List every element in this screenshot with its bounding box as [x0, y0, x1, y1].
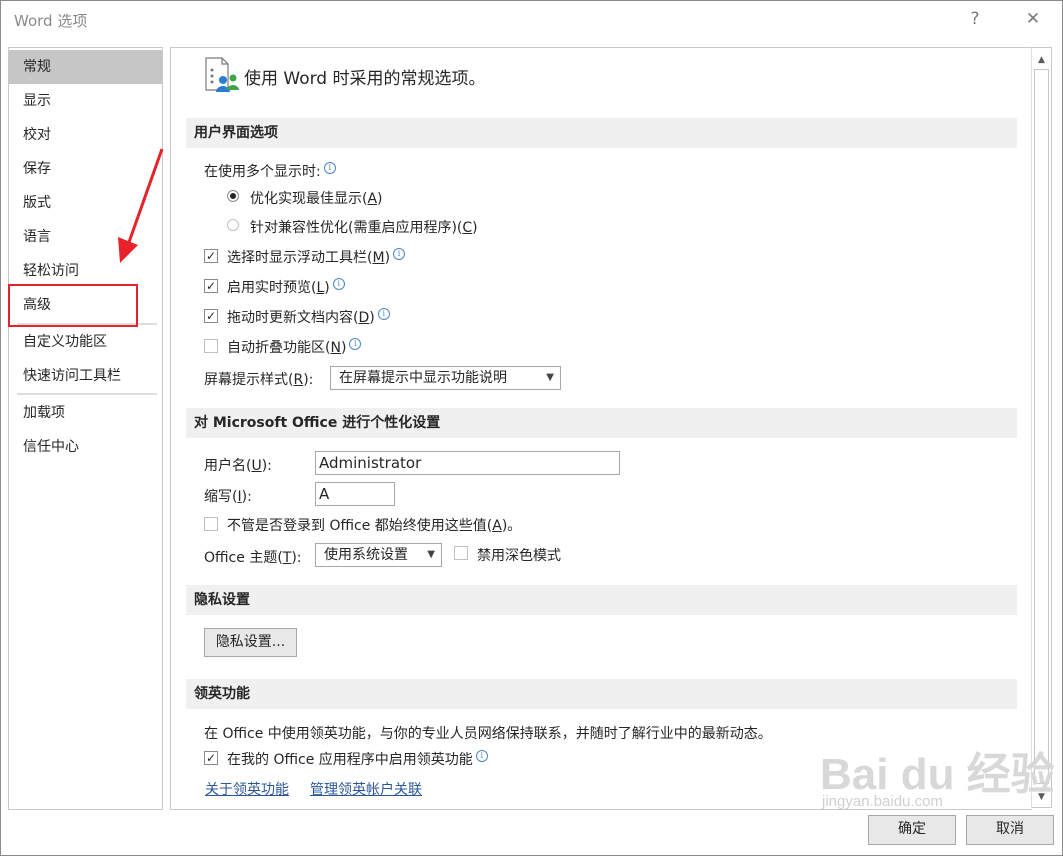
page-header-text: 使用 Word 时采用的常规选项。 [244, 69, 486, 89]
info-icon: i [393, 248, 406, 260]
chevron-down-icon: ▼ [546, 372, 554, 383]
disable-dark-mode-label[interactable]: 禁用深色模式 [477, 545, 561, 565]
linkedin-description: 在 Office 中使用领英功能，与你的专业人员网络保持联系，并随时了解行业中的… [204, 726, 772, 742]
section-linkedin: 领英功能 [186, 679, 1017, 709]
initials-input[interactable]: A [315, 482, 395, 506]
nav-item-general[interactable]: 常规 [9, 50, 162, 84]
link-about-linkedin[interactable]: 关于领英功能 [205, 779, 289, 799]
help-button[interactable]: ? [960, 6, 990, 32]
baidu-watermark-url: jingyan.baidu.com [822, 793, 943, 810]
username-input[interactable]: Administrator [315, 451, 620, 475]
section-personalize: 对 Microsoft Office 进行个性化设置 [186, 408, 1017, 438]
checkbox-mini-toolbar[interactable]: ✓ [204, 249, 218, 263]
link-manage-linkedin[interactable]: 管理领英帐户关联 [310, 779, 422, 799]
always-use-values-label[interactable]: 不管是否登录到 Office 都始终使用这些值(A)。 [227, 515, 521, 535]
nav-divider [17, 393, 157, 395]
nav-item-customize-ribbon[interactable]: 自定义功能区 [9, 325, 162, 359]
section-ui-options: 用户界面选项 [186, 118, 1017, 148]
checkbox-collapse-ribbon[interactable] [204, 339, 218, 353]
close-button[interactable]: ✕ [1018, 6, 1048, 32]
nav-item-add-ins[interactable]: 加载项 [9, 396, 162, 430]
screentip-style-dropdown[interactable]: 在屏幕提示中显示功能说明 ▼ [330, 366, 561, 390]
update-on-drag-label[interactable]: 拖动时更新文档内容(D) i [227, 307, 390, 327]
enable-linkedin-label[interactable]: 在我的 Office 应用程序中启用领英功能 i [227, 749, 488, 769]
scroll-up-arrow-icon[interactable]: ▲ [1033, 52, 1050, 68]
screentip-style-label: 屏幕提示样式(R): [204, 372, 314, 388]
nav-item-trust-center[interactable]: 信任中心 [9, 430, 162, 464]
info-icon: i [349, 338, 362, 350]
username-label: 用户名(U): [204, 458, 272, 474]
info-icon: i [332, 278, 345, 290]
radio-compatibility-label[interactable]: 针对兼容性优化(需重启应用程序)(C) [250, 217, 478, 237]
cancel-button[interactable]: 取消 [966, 815, 1054, 845]
collapse-ribbon-label[interactable]: 自动折叠功能区(N) i [227, 337, 362, 357]
checkbox-live-preview[interactable]: ✓ [204, 279, 218, 293]
radio-compatibility[interactable] [227, 219, 239, 231]
nav-item-display[interactable]: 显示 [9, 84, 162, 118]
checkbox-disable-dark-mode[interactable] [454, 546, 468, 560]
checkbox-enable-linkedin[interactable]: ✓ [204, 751, 218, 765]
scrollbar-thumb[interactable] [1034, 69, 1049, 784]
office-theme-label: Office 主题(T): [204, 550, 302, 566]
info-icon: i [377, 308, 390, 320]
section-privacy: 隐私设置 [186, 585, 1017, 615]
initials-label: 缩写(I): [204, 489, 252, 505]
radio-optimize-best[interactable] [227, 190, 239, 202]
nav-item-quick-access-toolbar[interactable]: 快速访问工具栏 [9, 359, 162, 393]
info-icon: i [323, 162, 336, 174]
office-theme-dropdown[interactable]: 使用系统设置 ▼ [315, 543, 442, 567]
mini-toolbar-label[interactable]: 选择时显示浮动工具栏(M) i [227, 247, 406, 267]
advanced-highlight-box [8, 284, 138, 327]
multi-display-label: 在使用多个显示时: i [204, 161, 336, 181]
general-options-icon [205, 57, 239, 92]
red-arrow-annotation [118, 148, 164, 263]
info-icon: i [475, 750, 488, 762]
checkbox-update-on-drag[interactable]: ✓ [204, 309, 218, 323]
close-icon: ✕ [1025, 9, 1041, 29]
chevron-down-icon: ▼ [427, 549, 435, 560]
live-preview-label[interactable]: 启用实时预览(L) i [227, 277, 345, 297]
privacy-settings-button[interactable]: 隐私设置... [204, 628, 297, 657]
radio-optimize-best-label[interactable]: 优化实现最佳显示(A) [250, 188, 383, 208]
ok-button[interactable]: 确定 [868, 815, 956, 845]
dialog-title: Word 选项 [14, 12, 88, 30]
checkbox-always-use-values[interactable] [204, 517, 218, 531]
